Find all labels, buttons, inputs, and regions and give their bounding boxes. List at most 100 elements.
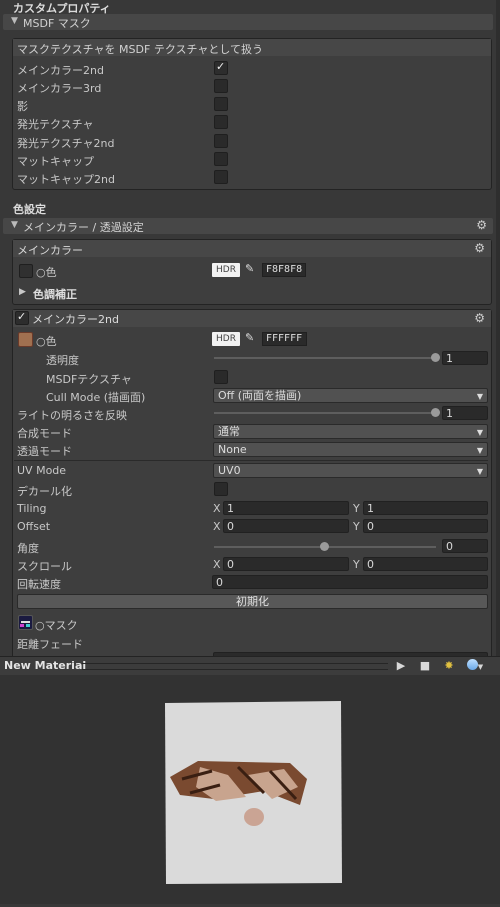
gear-icon[interactable]: ⚙ (474, 311, 485, 325)
rotation-speed-label: 回転速度 (17, 578, 61, 591)
main-color-title: メインカラー (17, 244, 83, 257)
color-settings-title: 色設定 (13, 203, 46, 216)
mask-thumbnail-dot-magenta (20, 624, 24, 627)
foldout-arrow-icon: ▼ (11, 16, 18, 26)
msdf-texture-label: MSDFテクスチャ (46, 373, 132, 386)
chevron-down-icon: ▼ (477, 663, 484, 671)
rotation-speed-field[interactable]: 0 (212, 575, 488, 589)
offset-y-field[interactable]: 0 (363, 519, 488, 533)
transparency-mode-value: None (218, 443, 247, 456)
main-color-2nd-title: メインカラー2nd (32, 313, 119, 326)
uv-mode-value: UV0 (218, 464, 241, 477)
transparency-mode-label: 透過モード (17, 445, 72, 458)
uv-mode-label: UV Mode (17, 464, 67, 477)
msdf-mask-label: MSDF マスク (23, 17, 91, 30)
blend-mode-dropdown[interactable]: 通常 ▼ (213, 424, 488, 439)
foldout-arrow-icon: ▼ (11, 220, 18, 230)
angle-label: 角度 (17, 542, 39, 555)
msdf-item-shadow-checkbox[interactable] (214, 97, 228, 111)
decal-checkbox[interactable] (214, 482, 228, 496)
tiling-y-axis-label: Y (353, 502, 360, 515)
main-color-color-label: ○色 (36, 266, 57, 279)
msdf-item-emission2nd-label: 発光テクスチャ2nd (17, 137, 115, 150)
light-slider-track[interactable] (214, 412, 436, 414)
eyedropper-icon[interactable]: ✎ (245, 331, 254, 344)
opacity-value-field[interactable]: 1 (442, 351, 488, 365)
inspector-scrollbar[interactable] (496, 0, 500, 656)
gear-icon[interactable]: ⚙ (476, 218, 487, 232)
light-slider-knob[interactable] (431, 408, 440, 417)
main-color-hex-field[interactable]: F8F8F8 (262, 263, 306, 277)
main2-hex-field[interactable]: FFFFFF (262, 332, 307, 346)
scroll-y-field[interactable]: 0 (363, 557, 488, 571)
offset-x-field[interactable]: 0 (223, 519, 349, 533)
mask-label: ○マスク (35, 619, 78, 632)
scroll-y-axis-label: Y (353, 558, 360, 571)
angle-value-field[interactable]: 0 (442, 539, 488, 553)
scroll-x-field[interactable]: 0 (223, 557, 349, 571)
preview-drag-handle[interactable] (82, 663, 388, 670)
msdf-item-main3rd-label: メインカラー3rd (17, 82, 102, 95)
sphere-icon[interactable]: ▼ (462, 658, 488, 673)
cull-mode-value: Off (両面を描画) (218, 389, 302, 402)
chevron-down-icon: ▼ (476, 428, 483, 437)
msdf-item-emission-checkbox[interactable] (214, 115, 228, 129)
light-reflect-label: ライトの明るさを反映 (17, 409, 127, 422)
lighting-icon[interactable]: ✸ (440, 658, 458, 673)
main-color-2nd-enable-checkbox[interactable] (15, 310, 29, 325)
material-preview[interactable] (0, 675, 500, 904)
msdf-item-matcap2nd-checkbox[interactable] (214, 170, 228, 184)
main-transparency-label: メインカラー / 透過設定 (23, 221, 144, 234)
cull-mode-dropdown[interactable]: Off (両面を描画) ▼ (213, 388, 488, 403)
opacity-slider-track[interactable] (214, 357, 436, 359)
material-preview-image (165, 701, 342, 884)
chevron-down-icon: ▼ (476, 446, 483, 455)
angle-slider-knob[interactable] (320, 542, 329, 551)
gear-icon[interactable]: ⚙ (474, 241, 485, 255)
msdf-item-matcap-checkbox[interactable] (214, 152, 228, 166)
msdf-item-matcap-label: マットキャップ (17, 155, 94, 168)
transparency-mode-dropdown[interactable]: None ▼ (213, 442, 488, 457)
tiling-x-axis-label: X (213, 502, 221, 515)
tiling-label: Tiling (17, 502, 47, 515)
tiling-y-field[interactable]: 1 (363, 501, 488, 515)
triangle-right-icon[interactable]: ▶ (19, 287, 26, 297)
reset-button[interactable]: 初期化 (17, 594, 488, 609)
mask-thumbnail-stripe (21, 621, 30, 623)
offset-x-axis-label: X (213, 520, 221, 533)
eyedropper-icon[interactable]: ✎ (245, 262, 254, 275)
msdf-mask-foldout[interactable]: ▼ MSDF マスク (3, 14, 493, 30)
opacity-slider-knob[interactable] (431, 353, 440, 362)
inspector-panel: カスタムプロパティ ▼ MSDF マスク マスクテクスチャを MSDF テクスチ… (0, 0, 500, 656)
offset-label: Offset (17, 520, 51, 533)
divider (14, 460, 488, 461)
mask-texture-thumbnail-icon[interactable] (18, 615, 33, 630)
msdf-item-emission2nd-checkbox[interactable] (214, 134, 228, 148)
main-color-header: メインカラー ⚙ (13, 240, 491, 257)
stop-icon[interactable]: ■ (416, 658, 434, 673)
cull-mode-label: Cull Mode (描画面) (46, 391, 146, 404)
offset-y-axis-label: Y (353, 520, 360, 533)
hdr-badge[interactable]: HDR (212, 263, 240, 277)
chevron-down-icon: ▼ (476, 467, 483, 476)
msdf-item-matcap2nd-label: マットキャップ2nd (17, 173, 115, 186)
msdf-box-header: マスクテクスチャを MSDF テクスチャとして扱う (13, 39, 491, 56)
tiling-x-field[interactable]: 1 (223, 501, 349, 515)
hdr-badge[interactable]: HDR (212, 332, 240, 346)
scroll-label: スクロール (17, 560, 72, 573)
uv-mode-dropdown[interactable]: UV0 ▼ (213, 463, 488, 478)
main-color-texture-slot[interactable] (19, 264, 33, 278)
msdf-item-main2nd-checkbox[interactable] (214, 60, 228, 75)
msdf-texture-checkbox[interactable] (214, 370, 228, 384)
light-value-field[interactable]: 1 (442, 406, 488, 420)
play-icon[interactable]: ▶ (392, 658, 410, 673)
main2-color-label: ○色 (36, 335, 57, 348)
main-transparency-foldout[interactable]: ▼ メインカラー / 透過設定 ⚙ (3, 218, 493, 234)
msdf-item-main3rd-checkbox[interactable] (214, 79, 228, 93)
texture-thumbnail-icon[interactable] (18, 332, 33, 347)
blend-mode-label: 合成モード (17, 427, 72, 440)
color-correction-label[interactable]: 色調補正 (33, 286, 77, 302)
opacity-label: 透明度 (46, 354, 79, 367)
preview-header[interactable]: New Material ▶ ■ ✸ ▼ (0, 656, 500, 676)
blend-mode-value: 通常 (218, 425, 240, 438)
